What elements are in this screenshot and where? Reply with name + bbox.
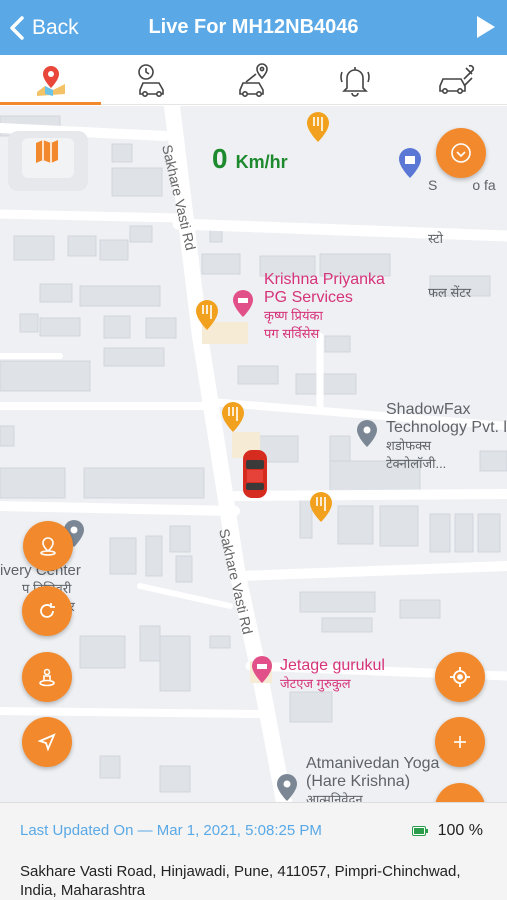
poi-jetage-hi: जेटएज गुरुकुल [280, 676, 351, 691]
poi-atman-label[interactable]: Atmanivedan Yoga (Hare Krishna) आत्मनिवे… [306, 755, 439, 802]
battery-status: 100 % [411, 822, 483, 840]
poi-jetage-en: Jetage gurukul [280, 657, 385, 674]
food-marker-1[interactable] [307, 112, 329, 142]
car-history-icon [138, 63, 164, 97]
tab-route-location[interactable] [203, 55, 304, 104]
bell-icon [340, 66, 370, 97]
tab-alerts[interactable] [304, 55, 405, 104]
refresh-icon [40, 603, 55, 618]
map-marker-icon [40, 537, 56, 556]
crosshair-icon [450, 667, 470, 687]
page-title: Live For MH12NB4046 [148, 16, 359, 38]
poi-shadowfax-en-2: Technology Pvt. l [386, 419, 507, 436]
food-marker-3[interactable] [222, 402, 244, 432]
navigation-arrow-icon [37, 733, 56, 752]
map-type-button[interactable] [34, 138, 60, 169]
poi-krishna-hi-2: पग सर्विसेस [264, 326, 320, 341]
speed-readout: 0 Km/hr [212, 143, 288, 175]
plus-icon [454, 736, 466, 748]
poi-top-right-hi-2: फल सेंटर [428, 285, 472, 300]
folded-map-icon [36, 140, 58, 163]
play-icon[interactable] [477, 16, 495, 38]
car-service-icon [439, 64, 475, 94]
tab-trip-history[interactable] [101, 55, 202, 104]
poi-shadowfax-hi-1: शडोफक्स [386, 438, 431, 453]
poi-krishna-en-2: PG Services [264, 289, 353, 306]
battery-level: 100 % [437, 822, 483, 839]
tab-bar [0, 55, 507, 105]
chevron-circle-down-icon [451, 143, 471, 163]
lodging-marker-krishna[interactable] [233, 290, 253, 317]
vehicle-address: Sakhare Vasti Road, Hinjawadi, Pune, 411… [20, 863, 461, 899]
poi-atman-en-1: Atmanivedan Yoga [306, 755, 440, 772]
poi-atman-hi: आत्मनिवेदन [306, 792, 363, 802]
person-pin-icon [39, 668, 55, 687]
poi-top-right-en: S o fa [428, 177, 496, 193]
poi-shadowfax-label[interactable]: ShadowFax Technology Pvt. l शडोफक्स टेक्… [386, 401, 507, 473]
map-pin-icon [36, 65, 65, 96]
shop-marker[interactable] [399, 148, 421, 178]
tab-vehicle-service[interactable] [406, 55, 507, 104]
road-label-sakhare-upper: Sakhare Vasti Rd [159, 143, 199, 252]
poi-shadowfax-en-1: ShadowFax [386, 401, 471, 418]
place-marker-shadowfax[interactable] [357, 420, 377, 447]
poi-krishna-en-1: Krishna Priyanka [264, 271, 385, 288]
last-updated-text: Last Updated On — Mar 1, 2021, 5:08:25 P… [20, 822, 322, 839]
top-bar: Back Live For MH12NB4046 [0, 0, 507, 55]
poi-jetage-label[interactable]: Jetage gurukul जेटएज गुरुकुल [280, 657, 385, 693]
map-view[interactable]: Sakhare Vasti Rd Sakhare Vasti Rd 0 Km/h… [0, 106, 507, 802]
poi-atman-en-2: (Hare Krishna) [306, 773, 411, 790]
poi-krishna-label[interactable]: Krishna Priyanka PG Services कृष्ण प्रिय… [264, 271, 385, 343]
location-history-button[interactable] [23, 521, 73, 571]
speed-value: 0 [212, 143, 228, 174]
status-footer: Last Updated On — Mar 1, 2021, 5:08:25 P… [0, 802, 507, 900]
road-label-sakhare-lower: Sakhare Vasti Rd [216, 527, 256, 636]
navigate-button[interactable] [22, 717, 72, 767]
poi-top-right-hi-1: स्टो [428, 231, 443, 246]
poi-shadowfax-hi-2: टेक्नोलॉजी... [386, 456, 447, 471]
street-view-button[interactable] [22, 652, 72, 702]
tab-live-map[interactable] [0, 55, 102, 105]
speed-unit: Km/hr [235, 152, 288, 172]
vehicle-car-marker[interactable] [243, 450, 267, 498]
car-location-icon [238, 62, 268, 97]
battery-icon [411, 826, 428, 836]
zoom-in-button[interactable] [435, 717, 485, 767]
food-marker-4[interactable] [310, 492, 332, 522]
poi-krishna-hi-1: कृष्ण प्रियंका [264, 308, 323, 323]
collapse-button[interactable] [436, 128, 486, 178]
center-vehicle-button[interactable] [435, 652, 485, 702]
refresh-button[interactable] [22, 586, 72, 636]
